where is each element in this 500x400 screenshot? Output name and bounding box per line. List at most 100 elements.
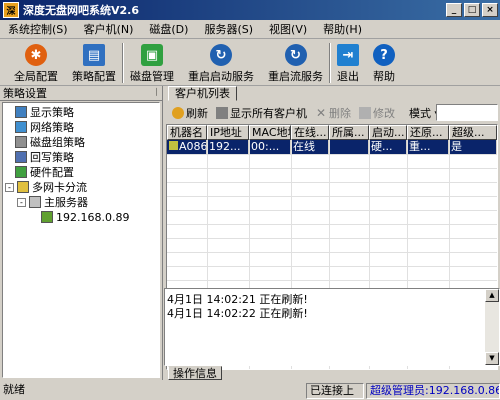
tree-item-display-policy[interactable]: 显示策略: [15, 105, 74, 119]
client-pc-icon: [169, 141, 178, 150]
col-header-machine-name[interactable]: 机器名: [167, 125, 207, 140]
menu-server[interactable]: 服务器(S): [196, 21, 261, 37]
pin-icon[interactable]: ᛁ: [154, 88, 159, 98]
tab-client-list[interactable]: 客户机列表: [168, 86, 237, 101]
menu-bar: 系统控制(S) 客户机(N) 磁盘(D) 服务器(S) 视图(V) 帮助(H): [0, 20, 500, 39]
log-panel: 4月1日 14:02:21 正在刷新! 4月1日 14:02:22 正在刷新! …: [164, 288, 500, 380]
exit-button[interactable]: ⇥ 退出: [337, 40, 359, 84]
tree-item-writeback-policy[interactable]: 回写策略: [15, 150, 74, 164]
cell-super: 是: [449, 140, 497, 154]
refresh-label: 刷新: [186, 107, 208, 120]
restart-boot-service-button[interactable]: ↻ 重启启动服务: [188, 40, 254, 84]
modify-label: 修改: [373, 107, 395, 120]
tree-item-multi-nic[interactable]: - 多网卡分流: [5, 180, 87, 194]
hardware-icon: [15, 166, 27, 178]
log-line: 4月1日 14:02:22 正在刷新!: [167, 307, 308, 320]
toolbar-separator: [329, 43, 331, 83]
cell-group: [329, 140, 369, 154]
tree-item-label: 主服务器: [44, 196, 88, 209]
help-button[interactable]: ? 帮助: [373, 40, 395, 84]
help-icon: ?: [373, 44, 395, 66]
global-config-label: 全局配置: [14, 70, 58, 83]
modify-button[interactable]: 修改: [359, 105, 395, 121]
cell-mac: 00:...: [249, 140, 291, 154]
main-toolbar: ✱ 全局配置 ▤ 策略配置 ▣ 磁盘管理 ↻ 重启启动服务 ↻ 重启流服务 ⇥ …: [0, 40, 500, 86]
multi-nic-icon: [17, 181, 29, 193]
show-all-clients-button[interactable]: 显示所有客户机: [216, 105, 307, 121]
edit-icon: [359, 107, 371, 119]
col-header-restore[interactable]: 还原...: [407, 125, 449, 140]
menu-system-control[interactable]: 系统控制(S): [0, 21, 76, 37]
status-ready: 就绪: [3, 383, 25, 396]
app-window: 深 深度无盘网吧系统V2.6 _ □ × 系统控制(S) 客户机(N) 磁盘(D…: [0, 0, 500, 400]
policy-icon: ▤: [83, 44, 105, 66]
policy-tree[interactable]: 显示策略 网络策略 磁盘组策略 回写策略 硬件配置 - 多网卡分流 - 主服务器…: [2, 102, 160, 378]
col-header-group[interactable]: 所属...: [329, 125, 369, 140]
log-output[interactable]: 4月1日 14:02:21 正在刷新! 4月1日 14:02:22 正在刷新! …: [164, 288, 500, 366]
minimize-button[interactable]: _: [446, 3, 462, 17]
nic-icon: [41, 211, 53, 223]
col-header-super[interactable]: 超级...: [449, 125, 497, 140]
cell-machine-name: A086: [167, 140, 207, 154]
tab-operation-info[interactable]: 操作信息: [168, 366, 222, 380]
show-all-label: 显示所有客户机: [230, 107, 307, 120]
col-header-online[interactable]: 在线...: [291, 125, 329, 140]
maximize-button[interactable]: □: [464, 3, 480, 17]
network-icon: [15, 121, 27, 133]
menu-disk[interactable]: 磁盘(D): [141, 21, 196, 37]
tree-item-network-policy[interactable]: 网络策略: [15, 120, 74, 134]
col-header-mac[interactable]: MAC地址: [249, 125, 291, 140]
tree-item-label: 硬件配置: [30, 166, 74, 179]
exit-label: 退出: [337, 70, 359, 83]
delete-button[interactable]: ✕ 删除: [315, 105, 351, 121]
cell-restore: 重...: [407, 140, 449, 154]
policy-config-label: 策略配置: [72, 70, 116, 83]
grid-header: 机器名 IP地址 MAC地址 在线... 所属... 启动... 还原... 超…: [167, 125, 497, 140]
gear-icon: ✱: [25, 44, 47, 66]
app-logo-icon: 深: [3, 2, 19, 18]
col-header-ip[interactable]: IP地址: [207, 125, 249, 140]
status-admin: 超级管理员:192.168.0.86: [366, 383, 500, 399]
policy-panel: 策略设置 ᛁ 显示策略 网络策略 磁盘组策略 回写策略 硬件配置 - 多网卡分流…: [0, 86, 163, 380]
menu-help[interactable]: 帮助(H): [315, 21, 370, 37]
policy-config-button[interactable]: ▤ 策略配置: [72, 40, 116, 84]
tree-item-main-server[interactable]: - 主服务器: [17, 195, 88, 209]
policy-panel-header: 策略设置 ᛁ: [0, 86, 162, 101]
table-row[interactable]: A086 192... 00:... 在线 硬... 重... 是: [167, 140, 497, 154]
collapse-icon[interactable]: -: [5, 182, 14, 192]
restart-stream-service-button[interactable]: ↻ 重启流服务: [268, 40, 323, 84]
refresh-button[interactable]: 刷新: [172, 105, 208, 121]
title-bar[interactable]: 深 深度无盘网吧系统V2.6 _ □ ×: [0, 0, 500, 20]
collapse-icon[interactable]: -: [17, 197, 26, 207]
cell-text: A086: [179, 140, 207, 153]
scroll-up-icon[interactable]: ▲: [485, 289, 499, 302]
server-icon: [29, 196, 41, 208]
policy-panel-title: 策略设置: [3, 87, 47, 100]
exit-icon: ⇥: [337, 44, 359, 66]
menu-client[interactable]: 客户机(N): [76, 21, 142, 37]
delete-label: 删除: [329, 107, 351, 120]
search-input[interactable]: [436, 104, 498, 121]
log-scrollbar[interactable]: ▲ ▼: [485, 289, 499, 365]
restart-stream-icon: ↻: [284, 44, 307, 66]
close-button[interactable]: ×: [482, 3, 498, 17]
col-header-boot[interactable]: 启动...: [369, 125, 407, 140]
disk-group-icon: [15, 136, 27, 148]
cell-ip: 192...: [207, 140, 249, 154]
cell-boot: 硬...: [369, 140, 407, 154]
tree-item-label: 多网卡分流: [32, 181, 87, 194]
tree-item-server-ip[interactable]: 192.168.0.89: [41, 210, 129, 224]
tree-item-hardware-config[interactable]: 硬件配置: [15, 165, 74, 179]
scroll-down-icon[interactable]: ▼: [485, 352, 499, 365]
restart-stream-service-label: 重启流服务: [268, 70, 323, 83]
global-config-button[interactable]: ✱ 全局配置: [14, 40, 58, 84]
delete-icon: ✕: [315, 106, 327, 120]
writeback-icon: [15, 151, 27, 163]
status-connection: 已连接上: [306, 383, 364, 399]
help-label: 帮助: [373, 70, 395, 83]
tree-item-disk-group-policy[interactable]: 磁盘组策略: [15, 135, 85, 149]
menu-view[interactable]: 视图(V): [261, 21, 315, 37]
tree-item-label: 网络策略: [30, 121, 74, 134]
restart-boot-service-label: 重启启动服务: [188, 70, 254, 83]
disk-management-button[interactable]: ▣ 磁盘管理: [130, 40, 174, 84]
